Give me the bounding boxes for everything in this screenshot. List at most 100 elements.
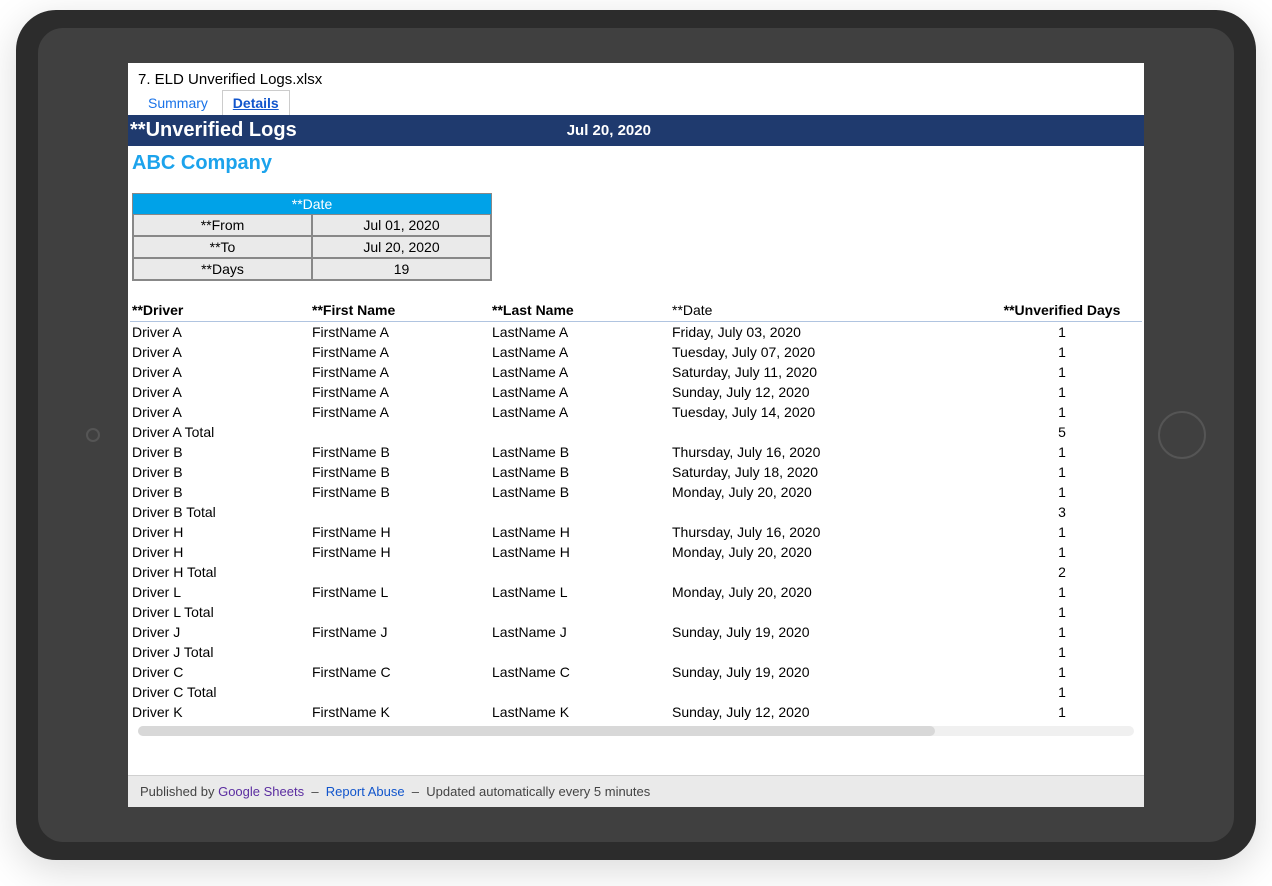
google-sheets-link[interactable]: Google Sheets bbox=[218, 784, 304, 799]
company-name: ABC Company bbox=[130, 146, 1142, 193]
cell-first-name: FirstName H bbox=[310, 542, 490, 562]
table-header-row: **Driver **First Name **Last Name **Date… bbox=[130, 299, 1142, 322]
table-row: Driver AFirstName ALastName ASunday, Jul… bbox=[130, 382, 1142, 402]
cell-last-name: LastName L bbox=[490, 582, 670, 602]
cell-unverified-days: 1 bbox=[982, 342, 1142, 362]
cell-unverified-days: 1 bbox=[982, 662, 1142, 682]
document-title: 7. ELD Unverified Logs.xlsx bbox=[128, 63, 1144, 90]
home-button[interactable] bbox=[1158, 411, 1206, 459]
table-row: Driver AFirstName ALastName ASaturday, J… bbox=[130, 362, 1142, 382]
cell-last-name: LastName A bbox=[490, 342, 670, 362]
cell-driver: Driver H bbox=[130, 542, 310, 562]
cell-date: Sunday, July 12, 2020 bbox=[670, 702, 982, 722]
date-row-from: **From Jul 01, 2020 bbox=[133, 214, 491, 236]
col-last-name: **Last Name bbox=[490, 299, 670, 322]
horizontal-scrollbar-thumb[interactable] bbox=[138, 726, 935, 736]
cell-date: Monday, July 20, 2020 bbox=[670, 542, 982, 562]
col-date: **Date bbox=[670, 299, 982, 322]
report-title: **Unverified Logs bbox=[130, 119, 317, 142]
date-row-to: **To Jul 20, 2020 bbox=[133, 236, 491, 258]
table-row: Driver BFirstName BLastName BThursday, J… bbox=[130, 442, 1142, 462]
table-row: Driver B Total3 bbox=[130, 502, 1142, 522]
footer-updated-label: Updated automatically every 5 minutes bbox=[426, 784, 650, 799]
cell-first-name: FirstName A bbox=[310, 402, 490, 422]
date-to-value: Jul 20, 2020 bbox=[312, 236, 491, 258]
table-row: Driver HFirstName HLastName HMonday, Jul… bbox=[130, 542, 1142, 562]
cell-last-name: LastName H bbox=[490, 542, 670, 562]
cell-driver: Driver J Total bbox=[130, 642, 310, 662]
cell-last-name: LastName J bbox=[490, 622, 670, 642]
cell-unverified-days: 1 bbox=[982, 542, 1142, 562]
table-row: Driver A Total5 bbox=[130, 422, 1142, 442]
cell-first-name: FirstName B bbox=[310, 462, 490, 482]
cell-date: Sunday, July 12, 2020 bbox=[670, 382, 982, 402]
horizontal-scrollbar[interactable] bbox=[138, 726, 1134, 736]
report-header-bar: **Unverified Logs Jul 20, 2020 bbox=[128, 115, 1144, 146]
table-row: Driver C Total1 bbox=[130, 682, 1142, 702]
cell-date: Monday, July 20, 2020 bbox=[670, 482, 982, 502]
cell-first-name bbox=[310, 602, 490, 622]
date-from-value: Jul 01, 2020 bbox=[312, 214, 491, 236]
cell-first-name: FirstName A bbox=[310, 322, 490, 343]
cell-last-name: LastName H bbox=[490, 522, 670, 542]
cell-last-name: LastName K bbox=[490, 702, 670, 722]
table-row: Driver KFirstName KLastName KSunday, Jul… bbox=[130, 702, 1142, 722]
content-scroll[interactable]: ABC Company **Date **From Jul 01, 2020 *… bbox=[128, 146, 1144, 775]
report-abuse-link[interactable]: Report Abuse bbox=[326, 784, 405, 799]
cell-first-name: FirstName A bbox=[310, 342, 490, 362]
cell-date bbox=[670, 682, 982, 702]
tablet-bezel: 7. ELD Unverified Logs.xlsx Summary Deta… bbox=[38, 28, 1234, 842]
tab-summary[interactable]: Summary bbox=[138, 91, 218, 115]
footer-published-label: Published by bbox=[140, 784, 214, 799]
cell-first-name bbox=[310, 682, 490, 702]
cell-date bbox=[670, 502, 982, 522]
col-first-name: **First Name bbox=[310, 299, 490, 322]
cell-first-name: FirstName B bbox=[310, 442, 490, 462]
report-date: Jul 20, 2020 bbox=[567, 122, 651, 139]
date-row-days: **Days 19 bbox=[133, 258, 491, 280]
cell-unverified-days: 1 bbox=[982, 582, 1142, 602]
cell-unverified-days: 1 bbox=[982, 442, 1142, 462]
cell-driver: Driver A bbox=[130, 342, 310, 362]
cell-last-name: LastName B bbox=[490, 442, 670, 462]
table-row: Driver AFirstName ALastName ATuesday, Ju… bbox=[130, 342, 1142, 362]
cell-last-name: LastName A bbox=[490, 382, 670, 402]
table-row: Driver JFirstName JLastName JSunday, Jul… bbox=[130, 622, 1142, 642]
cell-first-name: FirstName B bbox=[310, 482, 490, 502]
cell-last-name: LastName A bbox=[490, 322, 670, 343]
cell-last-name: LastName C bbox=[490, 662, 670, 682]
col-driver: **Driver bbox=[130, 299, 310, 322]
date-from-label: **From bbox=[133, 214, 312, 236]
cell-first-name: FirstName A bbox=[310, 362, 490, 382]
tab-details[interactable]: Details bbox=[222, 90, 290, 115]
cell-unverified-days: 2 bbox=[982, 562, 1142, 582]
date-range-box: **Date **From Jul 01, 2020 **To Jul 20, … bbox=[132, 193, 492, 281]
cell-date bbox=[670, 602, 982, 622]
table-row: Driver CFirstName CLastName CSunday, Jul… bbox=[130, 662, 1142, 682]
cell-first-name: FirstName H bbox=[310, 522, 490, 542]
cell-unverified-days: 1 bbox=[982, 322, 1142, 343]
cell-unverified-days: 3 bbox=[982, 502, 1142, 522]
cell-first-name bbox=[310, 422, 490, 442]
cell-last-name: LastName B bbox=[490, 462, 670, 482]
table-body: Driver AFirstName ALastName AFriday, Jul… bbox=[130, 322, 1142, 723]
cell-date: Friday, July 03, 2020 bbox=[670, 322, 982, 343]
sheet-tabs: Summary Details bbox=[128, 90, 1144, 115]
cell-unverified-days: 1 bbox=[982, 622, 1142, 642]
cell-unverified-days: 1 bbox=[982, 482, 1142, 502]
cell-date: Saturday, July 11, 2020 bbox=[670, 362, 982, 382]
cell-date: Thursday, July 16, 2020 bbox=[670, 442, 982, 462]
cell-driver: Driver C bbox=[130, 662, 310, 682]
cell-first-name: FirstName C bbox=[310, 662, 490, 682]
tablet-frame: 7. ELD Unverified Logs.xlsx Summary Deta… bbox=[16, 10, 1256, 860]
footer-bar: Published by Google Sheets – Report Abus… bbox=[128, 775, 1144, 807]
cell-date: Saturday, July 18, 2020 bbox=[670, 462, 982, 482]
cell-first-name: FirstName J bbox=[310, 622, 490, 642]
cell-unverified-days: 1 bbox=[982, 602, 1142, 622]
table-row: Driver J Total1 bbox=[130, 642, 1142, 662]
date-to-label: **To bbox=[133, 236, 312, 258]
date-days-label: **Days bbox=[133, 258, 312, 280]
cell-unverified-days: 1 bbox=[982, 382, 1142, 402]
cell-date: Tuesday, July 14, 2020 bbox=[670, 402, 982, 422]
cell-date: Tuesday, July 07, 2020 bbox=[670, 342, 982, 362]
